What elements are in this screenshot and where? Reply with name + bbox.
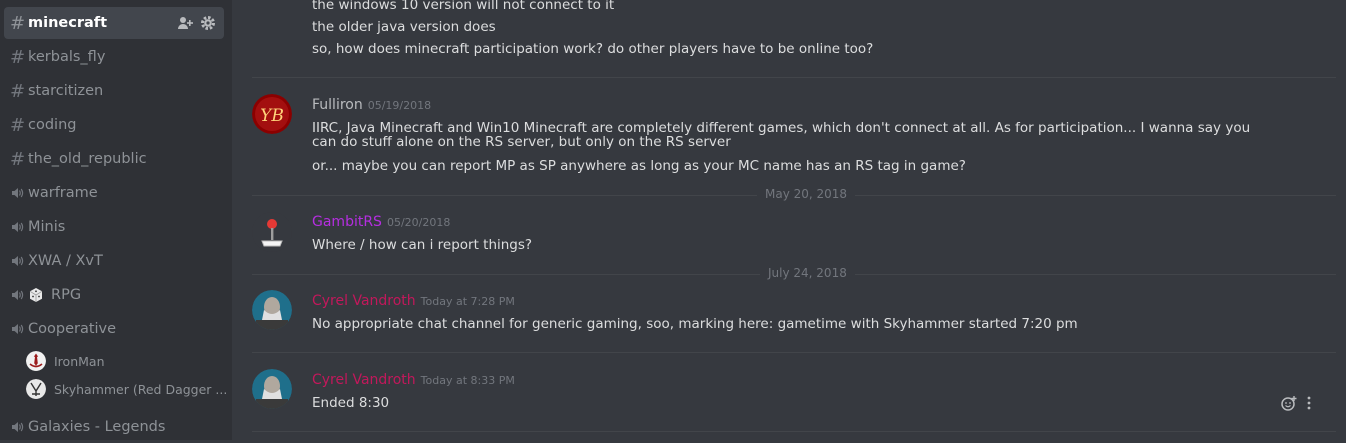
message-text: Ended 8:30 <box>312 395 390 411</box>
user-avatar[interactable]: YB <box>252 94 292 134</box>
channel-the-old-republic[interactable]: # the_old_republic <box>4 143 224 175</box>
channel-label: XWA / XvT <box>28 253 103 269</box>
speaker-icon <box>10 255 24 267</box>
message-timestamp: Today at 7:28 PM <box>420 295 515 308</box>
message-text: or... maybe you can report MP as SP anyw… <box>312 158 966 174</box>
message-author[interactable]: Fulliron 05/19/2018 <box>312 97 431 113</box>
more-options-icon[interactable] <box>1306 396 1312 410</box>
voice-user-name: IronMan <box>54 353 105 369</box>
message-author[interactable]: GambitRS 05/20/2018 <box>312 214 450 230</box>
speaker-icon <box>10 323 24 335</box>
message-text: IIRC, Java Minecraft and Win10 Minecraft… <box>312 120 1251 150</box>
channel-label: Galaxies - Legends <box>28 419 166 435</box>
text-channel-icon: # <box>10 148 26 170</box>
voice-channel-rpg[interactable]: RPG <box>4 279 224 311</box>
message-text: the older java version does <box>312 19 496 35</box>
message-timestamp: 05/20/2018 <box>386 216 451 229</box>
text-channel-icon: # <box>10 114 26 136</box>
message-list: the windows 10 version will not connect … <box>232 0 1346 440</box>
voice-channel-minis[interactable]: Minis <box>4 211 224 243</box>
message-separator <box>252 77 1336 78</box>
speaker-icon <box>10 187 24 199</box>
user-avatar <box>26 351 46 371</box>
channel-minecraft[interactable]: # minecraft <box>4 7 224 39</box>
channel-label: starcitizen <box>28 83 104 99</box>
voice-channel-warframe[interactable]: warframe <box>4 177 224 209</box>
message-text: No appropriate chat channel for generic … <box>312 316 1078 332</box>
user-avatar[interactable] <box>252 290 292 330</box>
channel-label: the_old_republic <box>28 151 147 167</box>
author-name[interactable]: GambitRS <box>312 214 382 230</box>
user-avatar[interactable] <box>252 369 292 409</box>
author-name[interactable]: Cyrel Vandroth <box>312 293 416 309</box>
voice-channel-galaxies-legends[interactable]: Galaxies - Legends <box>4 411 224 443</box>
voice-user-name: Skyhammer (Red Dagger ... <box>54 381 226 397</box>
message-text: the windows 10 version will not connect … <box>312 0 615 13</box>
message-text: Where / how can i report things? <box>312 237 533 253</box>
message-timestamp: 05/19/2018 <box>367 99 432 112</box>
joystick-icon <box>261 219 283 247</box>
message-separator <box>252 431 1336 432</box>
date-divider-label: July 24, 2018 <box>760 266 855 280</box>
channel-label: Cooperative <box>28 321 117 337</box>
speaker-icon <box>10 421 24 433</box>
channel-label: minecraft <box>28 15 108 31</box>
author-name[interactable]: Cyrel Vandroth <box>312 372 416 388</box>
voice-channel-cooperative[interactable]: Cooperative <box>4 313 224 345</box>
message-timestamp: Today at 8:33 PM <box>420 374 515 387</box>
date-divider: July 24, 2018 <box>252 266 1336 280</box>
message-author[interactable]: Cyrel Vandroth Today at 7:28 PM <box>312 293 515 309</box>
voice-user-skyhammer[interactable]: Skyhammer (Red Dagger ... <box>26 377 226 401</box>
user-avatar[interactable] <box>252 212 292 252</box>
author-name[interactable]: Fulliron <box>312 97 363 113</box>
voice-user-ironman[interactable]: IronMan <box>26 349 226 373</box>
channel-label: coding <box>28 117 77 133</box>
text-channel-icon: # <box>10 80 26 102</box>
message-text: so, how does minecraft participation wor… <box>312 41 874 57</box>
gear-icon[interactable] <box>200 15 216 31</box>
channel-kerbals-fly[interactable]: # kerbals_fly <box>4 41 224 73</box>
message-separator <box>252 352 1336 353</box>
channel-label: RPG <box>51 287 82 303</box>
channel-coding[interactable]: # coding <box>4 109 224 141</box>
text-channel-icon: # <box>10 46 26 68</box>
channel-starcitizen[interactable]: # starcitizen <box>4 75 224 107</box>
svg-text:YB: YB <box>260 106 284 126</box>
channel-sidebar: # minecraft # kerbals_fly # starcitizen … <box>0 0 232 440</box>
channel-label: Minis <box>28 219 66 235</box>
voice-channel-xwa-xvt[interactable]: XWA / XvT <box>4 245 224 277</box>
invite-icon[interactable] <box>177 15 194 31</box>
date-divider-label: May 20, 2018 <box>757 187 856 201</box>
date-divider: May 20, 2018 <box>252 187 1336 201</box>
dice-icon <box>29 288 43 302</box>
channel-label: kerbals_fly <box>28 49 106 65</box>
text-channel-icon: # <box>10 12 26 34</box>
channel-label: warframe <box>28 185 98 201</box>
speaker-icon <box>10 221 24 233</box>
speaker-icon <box>10 289 24 301</box>
message-author[interactable]: Cyrel Vandroth Today at 8:33 PM <box>312 372 515 388</box>
user-avatar <box>26 379 46 399</box>
add-reaction-icon[interactable] <box>1281 395 1297 411</box>
